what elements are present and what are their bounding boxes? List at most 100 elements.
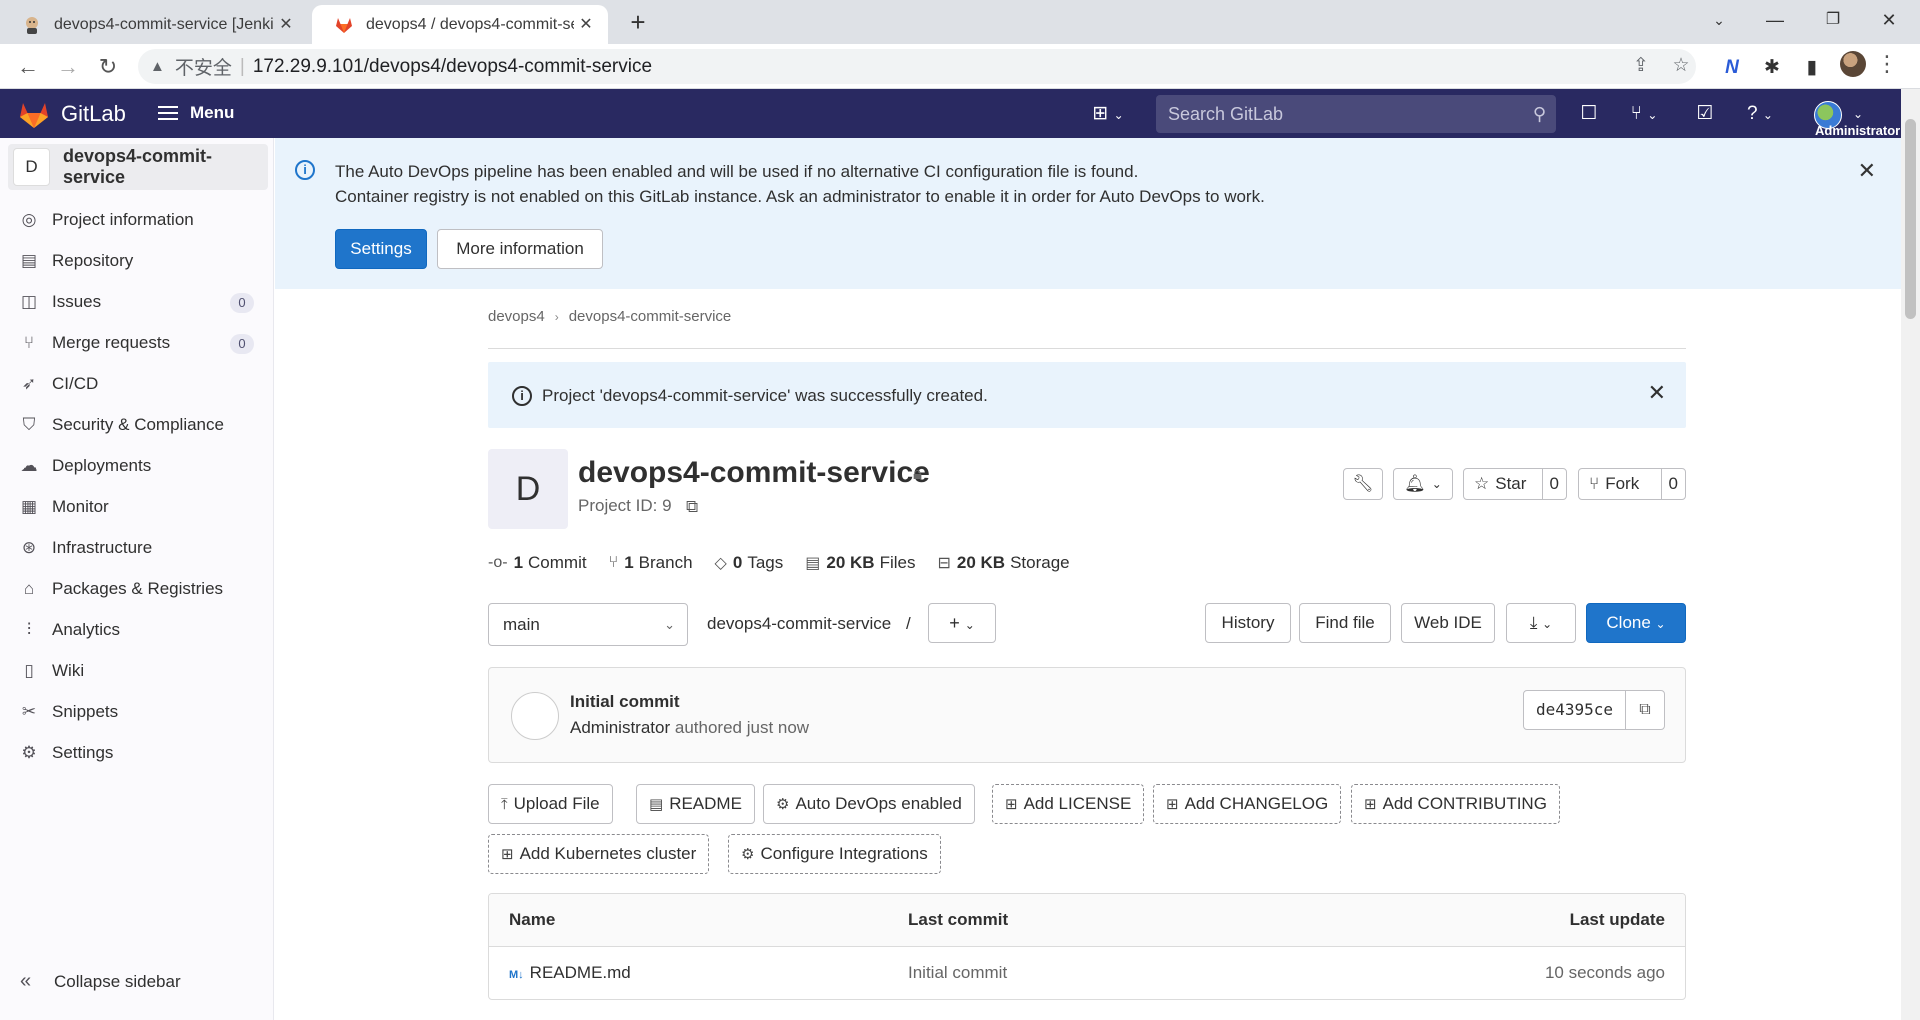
notifications-dropdown[interactable]: 🔔︎ ⌄	[1393, 468, 1453, 500]
branches-stat[interactable]: ⑂ 1 Branch	[609, 553, 693, 573]
close-alert-icon[interactable]: ✕	[1648, 380, 1666, 406]
sidebar-item-label: Issues	[52, 292, 102, 311]
add-to-tree-dropdown[interactable]: + ⌄	[928, 603, 996, 643]
sidebar-item-security-compliance[interactable]: ⛉ Security & Compliance	[8, 405, 268, 445]
issues-shortcut-icon[interactable]: ☐	[1576, 101, 1602, 127]
commit-author-avatar[interactable]	[511, 692, 559, 740]
commits-stat[interactable]: -o- 1 Commit	[488, 553, 587, 573]
commit-title-link[interactable]: Initial commit	[570, 692, 680, 712]
upload-file-button[interactable]: ⤒ Upload File	[488, 784, 613, 824]
stat-value: 1	[624, 553, 634, 572]
table-header: Name Last commit Last update	[489, 894, 1685, 947]
merge-requests-dropdown[interactable]: ⑂ ⌄	[1622, 101, 1666, 127]
file-name-cell[interactable]: M↓ README.md	[509, 963, 631, 983]
sidebar-item-project-information[interactable]: ◎ Project information	[8, 200, 268, 240]
browser-menu-icon[interactable]: ⋮	[1876, 53, 1898, 79]
user-name[interactable]: Administrator	[1815, 123, 1900, 138]
close-window-button[interactable]: ✕	[1866, 0, 1912, 40]
sidebar-item-settings[interactable]: ⚙ Settings	[8, 733, 268, 773]
snippet-icon: ✂	[21, 702, 37, 721]
close-tab-icon[interactable]: ✕	[274, 13, 298, 37]
add-license-button[interactable]: ⊞ Add LICENSE	[992, 784, 1145, 824]
share-icon[interactable]: ⇪	[1628, 53, 1654, 79]
todos-icon[interactable]: ☑	[1692, 101, 1718, 127]
breadcrumb-group-link[interactable]: devops4	[488, 308, 545, 325]
download-dropdown[interactable]: ⤓ ⌄	[1506, 603, 1576, 643]
close-banner-icon[interactable]: ✕	[1858, 158, 1876, 184]
forward-icon[interactable]: →	[52, 51, 84, 83]
add-kubernetes-cluster-button[interactable]: ⊞ Add Kubernetes cluster	[488, 834, 710, 874]
collapse-sidebar-button[interactable]: « Collapse sidebar	[8, 970, 181, 993]
commit-author-link[interactable]: Administrator	[570, 718, 670, 737]
gitlab-logo-icon[interactable]	[18, 99, 50, 129]
tab-search-icon[interactable]: ⌄	[1696, 0, 1742, 40]
history-button[interactable]: History	[1205, 603, 1291, 643]
browser-tab-gitlab[interactable]: devops4 / devops4-commit-service · GitLa…	[312, 5, 608, 44]
side-panel-icon[interactable]: ▮	[1798, 54, 1826, 82]
sidebar-item-analytics[interactable]: ⫶ Analytics	[8, 610, 268, 650]
admin-wrench-button[interactable]: 🔧︎	[1343, 468, 1383, 500]
star-count[interactable]: 0	[1541, 469, 1566, 499]
web-ide-button[interactable]: Web IDE	[1401, 603, 1495, 643]
sidebar-item-wiki[interactable]: ▯ Wiki	[8, 651, 268, 691]
sidebar-item-repository[interactable]: ▤ Repository	[8, 241, 268, 281]
reload-icon[interactable]: ↻	[92, 51, 124, 83]
gitlab-brand-text[interactable]: GitLab	[61, 101, 126, 127]
sidebar-item-ci-cd[interactable]: ➶ CI/CD	[8, 364, 268, 404]
readme-button[interactable]: ▤ README	[636, 784, 755, 824]
fork-button[interactable]: ⑂ Fork 0	[1578, 468, 1686, 500]
bookmark-star-icon[interactable]: ☆	[1668, 53, 1694, 79]
page-scrollbar[interactable]	[1901, 89, 1920, 1020]
storage-stat[interactable]: ⊟ 20 KB Storage	[937, 553, 1069, 573]
sidebar-item-snippets[interactable]: ✂ Snippets	[8, 692, 268, 732]
tags-stat[interactable]: ◇ 0 Tags	[715, 553, 784, 573]
settings-button[interactable]: Settings	[335, 229, 427, 269]
scrollbar-thumb[interactable]	[1905, 119, 1916, 319]
file-name-link[interactable]: README.md	[530, 963, 631, 982]
help-dropdown[interactable]: ? ⌄	[1738, 101, 1782, 127]
fork-count[interactable]: 0	[1660, 469, 1685, 499]
sidebar-item-merge-requests[interactable]: ⑂ Merge requests 0	[8, 323, 268, 363]
commit-sha-link[interactable]: de4395ce	[1524, 691, 1626, 729]
sidebar-item-packages-registries[interactable]: ⌂ Packages & Registries	[8, 569, 268, 609]
url-text[interactable]: 172.29.9.101/devops4/devops4-commit-serv…	[253, 56, 652, 78]
repo-path-root-link[interactable]: devops4-commit-service	[707, 614, 891, 633]
address-bar[interactable]: ▲ 不安全 | 172.29.9.101/devops4/devops4-com…	[138, 49, 1696, 84]
sidebar-item-monitor[interactable]: ▦ Monitor	[8, 487, 268, 527]
find-file-button[interactable]: Find file	[1299, 603, 1391, 643]
configure-integrations-button[interactable]: ⚙ Configure Integrations	[728, 834, 941, 874]
main-menu-button[interactable]: Menu	[158, 103, 234, 123]
puzzle-extensions-icon[interactable]: ✱	[1758, 54, 1786, 82]
file-last-commit-link[interactable]: Initial commit	[908, 963, 1007, 983]
sidebar-item-label: Wiki	[52, 661, 85, 680]
minimize-window-button[interactable]: —	[1752, 0, 1798, 40]
star-button[interactable]: ☆ Star 0	[1463, 468, 1567, 500]
sidebar-item-issues[interactable]: ◫ Issues 0	[8, 282, 268, 322]
breadcrumb-project-link[interactable]: devops4-commit-service	[569, 308, 732, 325]
plus-square-icon: ⊞	[1005, 796, 1018, 813]
extension-n-icon[interactable]: N	[1718, 54, 1746, 82]
sidebar-project-header[interactable]: D devops4-commit-service	[8, 144, 268, 190]
add-contributing-button[interactable]: ⊞ Add CONTRIBUTING	[1351, 784, 1560, 824]
issues-icon: ◫	[20, 292, 38, 311]
branch-selector[interactable]: main ⌄	[488, 603, 688, 646]
close-tab-icon[interactable]: ✕	[574, 13, 598, 37]
search-input[interactable]: Search GitLab ⚲	[1156, 95, 1556, 133]
project-info-icon: ◎	[21, 210, 37, 229]
files-stat[interactable]: ▤ 20 KB Files	[805, 553, 915, 573]
table-row[interactable]: M↓ README.md Initial commit 10 seconds ag…	[489, 947, 1685, 999]
copy-project-id-icon[interactable]: ⧉	[686, 497, 698, 517]
new-item-dropdown[interactable]: ⊞ ⌄	[1088, 101, 1128, 127]
add-changelog-button[interactable]: ⊞ Add CHANGELOG	[1153, 784, 1342, 824]
sidebar-item-infrastructure[interactable]: ⊛ Infrastructure	[8, 528, 268, 568]
sidebar-item-deployments[interactable]: ☁ Deployments	[8, 446, 268, 486]
copy-sha-icon[interactable]: ⧉	[1626, 691, 1664, 729]
restore-window-button[interactable]: ❐	[1810, 0, 1856, 40]
more-information-button[interactable]: More information	[437, 229, 603, 269]
back-icon[interactable]: ←	[12, 51, 44, 83]
browser-tab-jenkins[interactable]: devops4-commit-service [Jenkins] ✕	[0, 5, 308, 44]
browser-profile-avatar[interactable]	[1840, 51, 1866, 77]
auto-devops-enabled-button[interactable]: ⚙ Auto DevOps enabled	[763, 784, 975, 824]
clone-dropdown[interactable]: Clone ⌄	[1586, 603, 1686, 643]
new-tab-button[interactable]: +	[622, 7, 654, 39]
